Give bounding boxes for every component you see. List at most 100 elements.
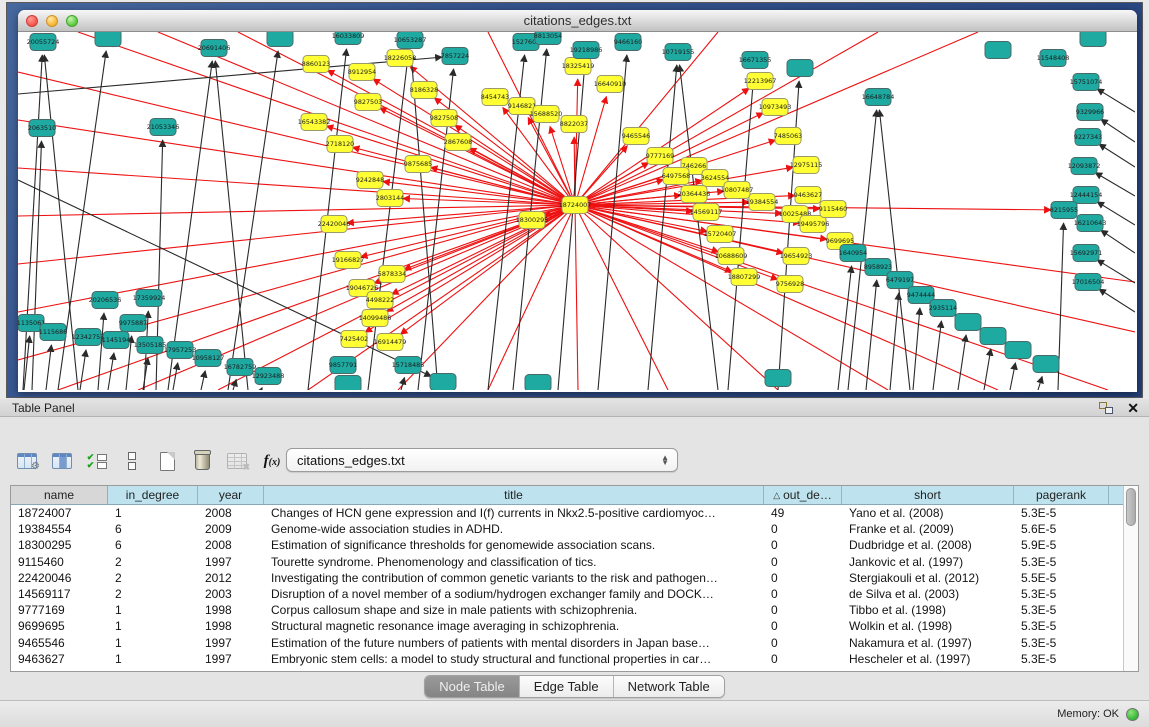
- table-cell[interactable]: 5.3E-5: [1014, 636, 1109, 650]
- table-cell[interactable]: 5.3E-5: [1014, 587, 1109, 601]
- graph-node[interactable]: [1033, 356, 1059, 373]
- graph-node[interactable]: 15720407: [704, 226, 737, 243]
- graph-node[interactable]: 2718120: [326, 136, 354, 153]
- column-header-pagerank[interactable]: pagerank: [1014, 486, 1109, 504]
- graph-node[interactable]: 14099486: [359, 310, 392, 327]
- graph-node[interactable]: 12923488: [252, 368, 285, 385]
- graph-node[interactable]: 16033809: [332, 32, 365, 45]
- table-cell[interactable]: Wolkin et al. (1998): [842, 619, 1014, 633]
- graph-node[interactable]: 1145194: [102, 332, 130, 349]
- citation-edge-black[interactable]: [1038, 376, 1042, 390]
- graph-node[interactable]: [95, 32, 121, 47]
- table-cell[interactable]: Franke et al. (2009): [842, 522, 1014, 536]
- tab-network-table[interactable]: Network Table: [614, 676, 724, 697]
- graph-node[interactable]: 9466160: [614, 34, 642, 51]
- graph-node[interactable]: 18724007: [559, 197, 592, 214]
- citation-edge-black[interactable]: [168, 61, 212, 390]
- graph-node[interactable]: 9242848: [356, 172, 384, 189]
- table-cell[interactable]: Hescheler et al. (1997): [842, 652, 1014, 666]
- graph-node[interactable]: 17016504: [1072, 274, 1105, 291]
- graph-node[interactable]: 14569117: [690, 204, 723, 221]
- table-cell[interactable]: Changes of HCN gene expression and I(f) …: [264, 506, 764, 520]
- table-cell[interactable]: 0: [764, 571, 842, 585]
- graph-node[interactable]: 15718485: [392, 357, 425, 374]
- graph-node[interactable]: 10688609: [715, 248, 748, 265]
- table-row[interactable]: 946554611997Estimation of the future num…: [11, 635, 1123, 651]
- table-cell[interactable]: Investigating the contribution of common…: [264, 571, 764, 585]
- close-panel-icon[interactable]: ✕: [1127, 401, 1139, 415]
- rows-icon[interactable]: [119, 448, 145, 474]
- function-builder-icon[interactable]: f(x): [259, 448, 285, 474]
- graph-node[interactable]: 16640910: [594, 76, 627, 93]
- graph-node[interactable]: 15688520: [530, 106, 563, 123]
- citation-edge-red[interactable]: [398, 205, 575, 390]
- table-cell[interactable]: 2008: [198, 506, 264, 520]
- table-cell[interactable]: Genome-wide association studies in ADHD.: [264, 522, 764, 536]
- graph-node[interactable]: 6497568: [662, 168, 690, 185]
- graph-node[interactable]: 18807299: [728, 269, 761, 286]
- graph-node[interactable]: 7485063: [774, 128, 802, 145]
- table-cell[interactable]: Tibbo et al. (1998): [842, 603, 1014, 617]
- table-cell[interactable]: 9115460: [11, 555, 108, 569]
- table-cell[interactable]: Estimation of the future numbers of pati…: [264, 636, 764, 650]
- graph-node[interactable]: 18325419: [562, 58, 595, 75]
- table-cell[interactable]: 14569117: [11, 587, 108, 601]
- citation-edge-black[interactable]: [866, 280, 877, 390]
- graph-node[interactable]: 7857224: [441, 48, 469, 65]
- graph-node[interactable]: 8813054: [534, 32, 562, 45]
- graph-node[interactable]: 16914479: [374, 334, 407, 351]
- table-scrollbar-thumb[interactable]: [1126, 488, 1136, 526]
- graph-node[interactable]: 13505185: [134, 337, 167, 354]
- column-header-out_de[interactable]: △out_de…: [764, 486, 842, 504]
- graph-node[interactable]: 10719155: [662, 44, 695, 61]
- graph-node[interactable]: 5878334: [378, 266, 406, 283]
- table-cell[interactable]: 0: [764, 587, 842, 601]
- graph-node[interactable]: [980, 328, 1006, 345]
- table-cell[interactable]: 1998: [198, 603, 264, 617]
- table-cell[interactable]: 49: [764, 506, 842, 520]
- graph-node[interactable]: [955, 314, 981, 331]
- network-window-titlebar[interactable]: citations_edges.txt: [18, 10, 1137, 32]
- table-cell[interactable]: 5.6E-5: [1014, 522, 1109, 536]
- citation-edge-red[interactable]: [575, 205, 578, 390]
- table-row[interactable]: 1872400712008Changes of HCN gene express…: [11, 505, 1123, 521]
- graph-node[interactable]: 16648784: [862, 89, 895, 106]
- table-cell[interactable]: 2003: [198, 587, 264, 601]
- table-cell[interactable]: 1: [108, 636, 198, 650]
- network-canvas[interactable]: 1872400718300295182260588912954886012398…: [18, 32, 1135, 390]
- table-cell[interactable]: 1: [108, 506, 198, 520]
- citation-edge-black[interactable]: [1010, 363, 1015, 390]
- table-cell[interactable]: de Silva et al. (2003): [842, 587, 1014, 601]
- graph-node[interactable]: [1005, 342, 1031, 359]
- table-cell[interactable]: 9777169: [11, 603, 108, 617]
- table-cell[interactable]: 2009: [198, 522, 264, 536]
- graph-node[interactable]: 9115460: [819, 201, 847, 218]
- citation-edge-black[interactable]: [98, 313, 104, 390]
- table-cell[interactable]: 5.3E-5: [1014, 619, 1109, 633]
- table-cell[interactable]: 0: [764, 538, 842, 552]
- graph-node[interactable]: 2063510: [28, 120, 56, 137]
- tab-node-table[interactable]: Node Table: [425, 676, 520, 697]
- graph-node[interactable]: 20206536: [89, 292, 122, 309]
- table-cell[interactable]: Tourette syndrome. Phenomenology and cla…: [264, 555, 764, 569]
- graph-node[interactable]: 19654923: [780, 248, 813, 265]
- table-cell[interactable]: 2008: [198, 538, 264, 552]
- graph-node[interactable]: 2867608: [444, 134, 472, 151]
- table-cell[interactable]: 1997: [198, 636, 264, 650]
- table-cell[interactable]: Disruption of a novel member of a sodium…: [264, 587, 764, 601]
- table-cell[interactable]: 0: [764, 619, 842, 633]
- citation-edge-black[interactable]: [1099, 144, 1135, 167]
- graph-node[interactable]: [787, 60, 813, 77]
- citation-edge-black[interactable]: [958, 335, 966, 390]
- table-cell[interactable]: 6: [108, 538, 198, 552]
- table-cell[interactable]: 0: [764, 603, 842, 617]
- table-cell[interactable]: 5.3E-5: [1014, 652, 1109, 666]
- graph-node[interactable]: 9227343: [1074, 129, 1102, 146]
- citation-edge-black[interactable]: [18, 57, 442, 94]
- table-cell[interactable]: Embryonic stem cells: a model to study s…: [264, 652, 764, 666]
- graph-node[interactable]: 10973493: [759, 99, 792, 116]
- citation-edge-black[interactable]: [984, 349, 991, 390]
- table-cell[interactable]: Nakamura et al. (1997): [842, 636, 1014, 650]
- table-cell[interactable]: 1998: [198, 619, 264, 633]
- graph-node[interactable]: 9777169: [646, 148, 674, 165]
